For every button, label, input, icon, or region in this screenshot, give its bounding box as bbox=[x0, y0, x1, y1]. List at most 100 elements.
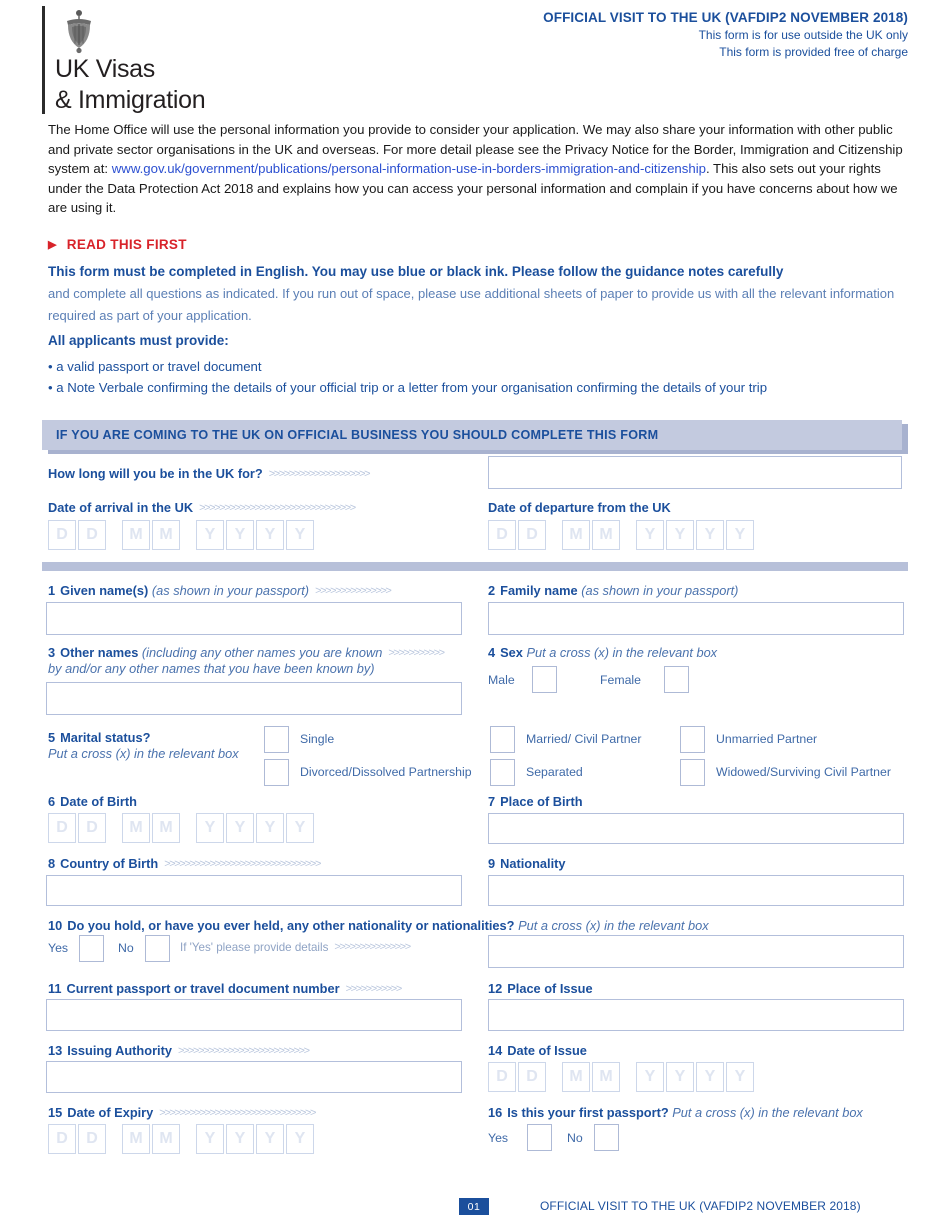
form-page: UK Visas & Immigration OFFICIAL VISIT TO… bbox=[0, 0, 950, 1230]
date-digit-yyyy3[interactable]: Y bbox=[696, 520, 724, 550]
q10-checkbox-no[interactable] bbox=[145, 935, 170, 962]
date-digit-yyyy1[interactable]: Y bbox=[636, 1062, 664, 1092]
list-item: • a valid passport or travel document bbox=[48, 359, 262, 374]
q15-label: 15 Date of Expiry >>>>>>>>>>>>>>>>>>>>>>>>… bbox=[48, 1105, 316, 1120]
logo-line-2: & Immigration bbox=[55, 86, 206, 114]
date-digit-mm2[interactable]: M bbox=[592, 520, 620, 550]
date-digit-mm2[interactable]: M bbox=[152, 813, 180, 843]
dots-leader: >>>>>>>>>>>>>>>>>>>>>>>>>>>>>>> bbox=[159, 1107, 316, 1119]
date-digit-dd1[interactable]: D bbox=[488, 520, 516, 550]
how-long-label: How long will you be in the UK for? >>>>>… bbox=[48, 466, 371, 481]
q12-place-of-issue-input[interactable] bbox=[488, 999, 904, 1031]
q16-checkbox-yes[interactable] bbox=[527, 1124, 552, 1151]
privacy-notice-link[interactable]: www.gov.uk/government/publications/perso… bbox=[112, 161, 706, 176]
date-digit-yyyy2[interactable]: Y bbox=[226, 520, 254, 550]
q3-hint-1: (including any other names you are known bbox=[141, 645, 383, 660]
date-digit-mm1[interactable]: M bbox=[122, 1124, 150, 1154]
q10-details-input[interactable] bbox=[488, 935, 904, 968]
q5-checkbox-single[interactable] bbox=[264, 726, 289, 753]
q5-option-married-label: Married/ Civil Partner bbox=[526, 732, 642, 746]
date-digit-dd1[interactable]: D bbox=[48, 813, 76, 843]
date-digit-dd1[interactable]: D bbox=[48, 1124, 76, 1154]
date-digit-dd2[interactable]: D bbox=[78, 1124, 106, 1154]
date-digit-yyyy2[interactable]: Y bbox=[666, 520, 694, 550]
date-digit-mm2[interactable]: M bbox=[592, 1062, 620, 1092]
q14-date-of-issue-input[interactable]: D D M M Y Y Y Y bbox=[488, 1062, 756, 1092]
date-digit-yyyy1[interactable]: Y bbox=[196, 813, 224, 843]
date-digit-yyyy4[interactable]: Y bbox=[286, 520, 314, 550]
q8-country-of-birth-input[interactable] bbox=[46, 875, 462, 906]
q1-given-names-input[interactable] bbox=[46, 602, 462, 635]
q3-other-names-input[interactable] bbox=[46, 682, 462, 715]
q5-number: 5 bbox=[48, 730, 56, 745]
q15-date-of-expiry-input[interactable]: D D M M Y Y Y Y bbox=[48, 1124, 316, 1154]
date-digit-dd1[interactable]: D bbox=[488, 1062, 516, 1092]
date-digit-dd2[interactable]: D bbox=[78, 520, 106, 550]
q16-number: 16 bbox=[488, 1105, 503, 1120]
date-digit-mm1[interactable]: M bbox=[562, 1062, 590, 1092]
date-digit-yyyy2[interactable]: Y bbox=[226, 1124, 254, 1154]
date-digit-yyyy3[interactable]: Y bbox=[256, 1124, 284, 1154]
q5-checkbox-separated[interactable] bbox=[490, 759, 515, 786]
date-digit-yyyy1[interactable]: Y bbox=[196, 520, 224, 550]
q10-checkbox-yes[interactable] bbox=[79, 935, 104, 962]
dots-leader: >>>>>>>>>>>>>>>>>>>>>>>>>>>>>>> bbox=[199, 502, 356, 514]
q4-checkbox-male[interactable] bbox=[532, 666, 557, 693]
date-digit-dd2[interactable]: D bbox=[518, 1062, 546, 1092]
date-digit-yyyy3[interactable]: Y bbox=[256, 813, 284, 843]
q8-label-text: Country of Birth bbox=[60, 856, 159, 871]
q7-place-of-birth-input[interactable] bbox=[488, 813, 904, 844]
q16-checkbox-no[interactable] bbox=[594, 1124, 619, 1151]
date-digit-mm1[interactable]: M bbox=[562, 520, 590, 550]
q5-option-widowed-label: Widowed/Surviving Civil Partner bbox=[716, 765, 891, 779]
date-digit-mm2[interactable]: M bbox=[152, 520, 180, 550]
q1-number: 1 bbox=[48, 583, 56, 598]
q10-hint: Put a cross (x) in the relevant box bbox=[518, 918, 709, 933]
date-digit-yyyy1[interactable]: Y bbox=[196, 1124, 224, 1154]
q12-number: 12 bbox=[488, 981, 503, 996]
date-digit-dd1[interactable]: D bbox=[48, 520, 76, 550]
q11-number: 11 bbox=[48, 981, 62, 996]
date-departure-input[interactable]: D D M M Y Y Y Y bbox=[488, 520, 756, 550]
date-digit-yyyy3[interactable]: Y bbox=[256, 520, 284, 550]
date-digit-dd2[interactable]: D bbox=[78, 813, 106, 843]
q5-checkbox-married-civil-partner[interactable] bbox=[490, 726, 515, 753]
date-digit-yyyy3[interactable]: Y bbox=[696, 1062, 724, 1092]
q3-label: 3 Other names (including any other names … bbox=[48, 645, 445, 660]
q13-label: 13 Issuing Authority >>>>>>>>>>>>>>>>>>>>>… bbox=[48, 1043, 310, 1058]
date-digit-mm1[interactable]: M bbox=[122, 520, 150, 550]
dots-leader: >>>>>>>>>>>>>>>>>>>> bbox=[268, 468, 371, 480]
how-long-input[interactable] bbox=[488, 456, 902, 489]
date-digit-yyyy4[interactable]: Y bbox=[726, 1062, 754, 1092]
read-this-first-label: READ THIS FIRST bbox=[66, 237, 187, 252]
date-digit-mm2[interactable]: M bbox=[152, 1124, 180, 1154]
q5-checkbox-widowed-surviving[interactable] bbox=[680, 759, 705, 786]
dots-leader: >>>>>>>>>>>>>>>>>>>>>>>>>>>>>>> bbox=[164, 858, 321, 870]
q4-checkbox-female[interactable] bbox=[664, 666, 689, 693]
date-digit-yyyy2[interactable]: Y bbox=[226, 813, 254, 843]
read-first-bold-line: This form must be completed in English. … bbox=[48, 264, 784, 279]
q11-label-text: Current passport or travel document numb… bbox=[66, 981, 340, 996]
q11-passport-number-input[interactable] bbox=[46, 999, 462, 1031]
date-digit-mm1[interactable]: M bbox=[122, 813, 150, 843]
date-arrival-input[interactable]: D D M M Y Y Y Y bbox=[48, 520, 316, 550]
dots-leader: >>>>>>>>>>>>>>>>>>>>>>>>>> bbox=[177, 1045, 310, 1057]
date-digit-yyyy2[interactable]: Y bbox=[666, 1062, 694, 1092]
q5-checkbox-divorced-dissolved[interactable] bbox=[264, 759, 289, 786]
date-digit-yyyy4[interactable]: Y bbox=[726, 520, 754, 550]
q4-number: 4 bbox=[488, 645, 496, 660]
q6-date-of-birth-input[interactable]: D D M M Y Y Y Y bbox=[48, 813, 316, 843]
q1-label: 1 Given name(s) (as shown in your passpor… bbox=[48, 583, 392, 598]
date-departure-label: Date of departure from the UK bbox=[488, 500, 671, 515]
q16-yes-label: Yes bbox=[488, 1131, 509, 1145]
q5-checkbox-unmarried-partner[interactable] bbox=[680, 726, 705, 753]
q13-issuing-authority-input[interactable] bbox=[46, 1061, 462, 1093]
q6-label: 6 Date of Birth bbox=[48, 794, 137, 809]
q5-hint-wrap: Put a cross (x) in the relevant box bbox=[48, 746, 239, 761]
q2-family-name-input[interactable] bbox=[488, 602, 904, 635]
date-digit-yyyy4[interactable]: Y bbox=[286, 1124, 314, 1154]
date-digit-yyyy4[interactable]: Y bbox=[286, 813, 314, 843]
date-digit-dd2[interactable]: D bbox=[518, 520, 546, 550]
date-digit-yyyy1[interactable]: Y bbox=[636, 520, 664, 550]
q9-nationality-input[interactable] bbox=[488, 875, 904, 906]
